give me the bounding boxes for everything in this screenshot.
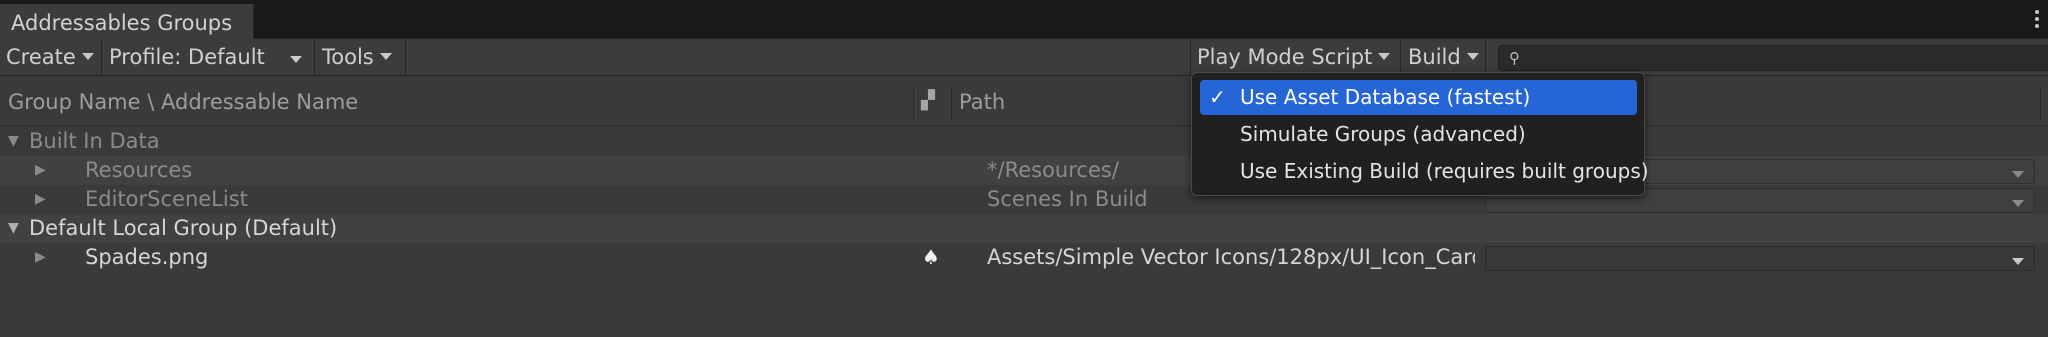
menu-item-label: Simulate Groups (advanced) (1240, 122, 1526, 146)
play-mode-script-menu: ✓ Use Asset Database (fastest) Simulate … (1191, 72, 1649, 196)
column-divider[interactable] (951, 86, 952, 120)
tab-addressables-groups[interactable]: Addressables Groups (0, 4, 254, 40)
menu-item-use-asset-database[interactable]: ✓ Use Asset Database (fastest) (1200, 80, 1637, 115)
column-divider[interactable] (2040, 86, 2041, 120)
toolbar: Create Profile: Default Tools Play Mode … (0, 39, 2048, 76)
chevron-down-icon (1466, 53, 1479, 60)
menu-item-label: Use Asset Database (fastest) (1240, 85, 1531, 109)
create-dropdown[interactable]: Create (0, 39, 102, 76)
more-options-icon[interactable] (2034, 10, 2040, 30)
menu-item-label: Use Existing Build (requires built group… (1240, 159, 1649, 183)
collapsed-arrow-icon[interactable]: ▶ (35, 191, 46, 207)
entry-name: EditorSceneList (85, 187, 248, 211)
tools-dropdown[interactable]: Tools (316, 39, 406, 76)
asset-type-icon: ▞ (921, 90, 935, 111)
entry-row[interactable]: ▶ EditorSceneList Scenes In Build (0, 185, 2048, 214)
column-header: Group Name \ Addressable Name ▞ Path (0, 76, 2048, 126)
checkmark-icon: ✓ (1209, 85, 1226, 109)
column-header-path[interactable]: Path (959, 90, 1005, 114)
chevron-down-icon (2012, 258, 2024, 265)
search-icon: ⚲ (1509, 49, 1520, 67)
chevron-down-icon (379, 53, 392, 60)
entry-path: Assets/Simple Vector Icons/128px/UI_Icon… (987, 245, 1475, 269)
entry-labels-dropdown[interactable] (1485, 246, 2035, 271)
menu-item-use-existing-build[interactable]: Use Existing Build (requires built group… (1200, 154, 1649, 189)
collapsed-arrow-icon[interactable]: ▶ (35, 162, 46, 178)
column-divider[interactable] (913, 86, 914, 120)
collapsed-arrow-icon[interactable]: ▶ (35, 249, 46, 265)
profile-label: Profile: Default (109, 45, 265, 69)
group-label: Default Local Group (Default) (29, 216, 338, 240)
expanded-arrow-icon[interactable]: ▼ (8, 133, 19, 149)
entry-name: Resources (85, 158, 193, 182)
column-header-name[interactable]: Group Name \ Addressable Name (8, 90, 358, 114)
play-mode-script-dropdown[interactable]: Play Mode Script (1190, 39, 1401, 76)
spade-icon: ♠ (922, 245, 940, 269)
chevron-down-icon (290, 56, 302, 63)
chevron-down-icon (1378, 53, 1391, 60)
search-input[interactable]: ⚲ (1498, 45, 2048, 71)
tools-label: Tools (322, 45, 374, 69)
play-mode-script-label: Play Mode Script (1197, 45, 1373, 69)
create-label: Create (6, 45, 76, 69)
build-dropdown[interactable]: Build (1402, 39, 1486, 76)
expanded-arrow-icon[interactable]: ▼ (8, 220, 19, 236)
chevron-down-icon (2012, 200, 2024, 207)
entry-row[interactable]: ▶ Spades.png ♠ Assets/Simple Vector Icon… (0, 243, 2048, 272)
entry-row[interactable]: ▶ Resources */Resources/ (0, 156, 2048, 185)
chevron-down-icon (81, 53, 94, 60)
window-tab-bar: Addressables Groups (0, 0, 2048, 40)
group-row[interactable]: ▼ Built In Data (0, 127, 2048, 156)
group-row[interactable]: ▼ Default Local Group (Default) (0, 214, 2048, 243)
menu-item-simulate-groups[interactable]: Simulate Groups (advanced) (1200, 117, 1637, 152)
entry-name: Spades.png (85, 245, 209, 269)
build-label: Build (1408, 45, 1461, 69)
group-label: Built In Data (29, 129, 160, 153)
profile-dropdown[interactable]: Profile: Default (103, 39, 315, 76)
chevron-down-icon (2012, 171, 2024, 178)
